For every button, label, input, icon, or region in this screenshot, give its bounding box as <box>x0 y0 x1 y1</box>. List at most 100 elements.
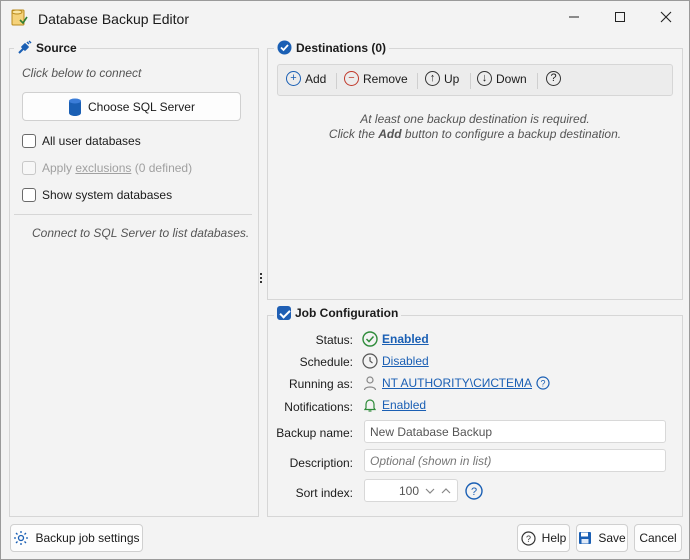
description-label: Description: <box>289 456 353 470</box>
sort-index-stepper[interactable]: 100 <box>364 479 458 502</box>
apply-exclusions-checkbox <box>22 161 36 175</box>
plug-icon <box>18 40 32 54</box>
destinations-title-label: Destinations (0) <box>296 40 387 55</box>
description-input[interactable]: Optional (shown in list) <box>364 449 666 472</box>
schedule-link[interactable]: Disabled <box>382 354 429 368</box>
notifications-label: Notifications: <box>284 400 353 414</box>
status-label: Status: <box>315 333 353 347</box>
remove-button[interactable]: − Remove <box>344 71 408 86</box>
backup-job-settings-label: Backup job settings <box>35 531 140 545</box>
all-user-databases-row[interactable]: All user databases <box>22 134 141 148</box>
close-button[interactable] <box>643 1 689 33</box>
backup-name-input[interactable]: New Database Backup <box>364 420 666 443</box>
splitter-handle[interactable] <box>260 273 263 285</box>
toolbar-separator <box>417 73 418 89</box>
show-system-databases-label: Show system databases <box>42 188 173 202</box>
minimize-icon <box>569 16 579 18</box>
remove-icon: − <box>344 71 359 86</box>
help-label: Help <box>541 531 567 545</box>
help-icon[interactable]: ? <box>536 376 550 390</box>
app-database-icon <box>11 9 28 26</box>
arrow-up-icon: ↑ <box>425 71 440 86</box>
show-system-databases-row[interactable]: Show system databases <box>22 188 172 202</box>
hint-add-word: Add <box>378 127 402 141</box>
job-configuration-checkbox[interactable] <box>277 306 291 320</box>
svg-text:?: ? <box>471 486 477 498</box>
chevron-up-icon[interactable] <box>441 487 451 495</box>
add-button[interactable]: + Add <box>286 71 326 86</box>
apply-exclusions-label: Apply exclusions (0 defined) <box>42 161 192 175</box>
svg-text:?: ? <box>541 379 546 389</box>
clock-icon <box>362 353 378 369</box>
gear-icon <box>14 531 29 545</box>
schedule-value: Disabled <box>362 353 429 369</box>
help-button[interactable]: ? Help <box>517 524 570 552</box>
down-button[interactable]: ↓ Down <box>477 71 527 86</box>
add-icon: + <box>286 71 301 86</box>
toolbar-help-button[interactable]: ? <box>546 71 561 86</box>
add-destination-hint: Click the Add button to configure a back… <box>267 127 683 141</box>
minimize-button[interactable] <box>551 1 597 33</box>
source-title-label: Source <box>36 40 77 55</box>
running-as-link[interactable]: NT AUTHORITY\СИСТЕМА <box>382 376 532 390</box>
backup-job-settings-button[interactable]: Backup job settings <box>10 524 143 552</box>
title-bar: Database Backup Editor <box>1 1 689 35</box>
up-button[interactable]: ↑ Up <box>425 71 459 86</box>
job-configuration-title[interactable]: Job Configuration <box>274 306 402 320</box>
maximize-button[interactable] <box>597 1 643 33</box>
destinations-toolbar: + Add − Remove ↑ Up ↓ Down ? <box>277 64 673 96</box>
maximize-icon <box>615 12 625 22</box>
schedule-label: Schedule: <box>299 355 353 369</box>
running-as-label: Running as: <box>288 377 353 391</box>
show-system-databases-checkbox[interactable] <box>22 188 36 202</box>
arrow-down-icon: ↓ <box>477 71 492 86</box>
hint-prefix: Click the <box>328 127 379 141</box>
close-icon <box>660 11 672 23</box>
notifications-link[interactable]: Enabled <box>382 398 426 412</box>
sort-index-label: Sort index: <box>295 486 353 500</box>
window-title: Database Backup Editor <box>38 11 189 27</box>
check-circle-icon <box>362 331 378 347</box>
status-value: Enabled <box>362 331 429 347</box>
backup-editor-window: Database Backup Editor Source Click belo… <box>0 0 690 560</box>
status-link[interactable]: Enabled <box>382 332 429 346</box>
bell-icon <box>363 399 377 412</box>
apply-exclusions-row: Apply exclusions (0 defined) <box>22 161 192 175</box>
floppy-disk-icon <box>579 532 592 544</box>
hint-suffix: button to configure a backup destination… <box>401 127 622 141</box>
all-user-databases-label: All user databases <box>42 134 141 148</box>
sort-index-value: 100 <box>398 483 419 498</box>
toolbar-separator <box>537 73 538 89</box>
question-icon: ? <box>521 530 536 546</box>
notifications-value: Enabled <box>362 397 426 413</box>
all-user-databases-checkbox[interactable] <box>22 134 36 148</box>
exclusions-link: exclusions <box>75 161 132 175</box>
running-as-value: NT AUTHORITY\СИСТЕМА ? <box>362 375 550 391</box>
add-label: Add <box>305 71 327 86</box>
job-configuration-label: Job Configuration <box>295 306 399 320</box>
toolbar-separator <box>470 73 471 89</box>
apply-prefix: Apply <box>42 161 76 175</box>
source-title: Source <box>14 40 80 55</box>
check-circle-icon <box>277 40 292 55</box>
up-label: Up <box>444 71 460 86</box>
cancel-button[interactable]: Cancel <box>634 524 682 552</box>
sort-help-icon[interactable]: ? <box>465 482 483 500</box>
destinations-title: Destinations (0) <box>274 40 390 55</box>
connect-hint: Connect to SQL Server to list databases. <box>32 226 250 240</box>
save-button[interactable]: Save <box>576 524 628 552</box>
source-hint: Click below to connect <box>22 66 142 80</box>
database-icon <box>69 98 82 116</box>
toolbar-separator <box>336 73 337 89</box>
chevron-down-icon[interactable] <box>425 487 435 495</box>
svg-text:?: ? <box>526 534 531 544</box>
source-divider <box>14 214 252 215</box>
exclusions-count: (0 defined) <box>131 161 193 175</box>
question-icon: ? <box>546 71 561 86</box>
backup-name-label: Backup name: <box>276 426 353 440</box>
cancel-label: Cancel <box>639 531 677 545</box>
user-icon <box>363 376 377 391</box>
choose-sql-server-button[interactable]: Choose SQL Server <box>22 92 241 121</box>
choose-sql-server-label: Choose SQL Server <box>88 99 195 114</box>
down-label: Down <box>496 71 527 86</box>
